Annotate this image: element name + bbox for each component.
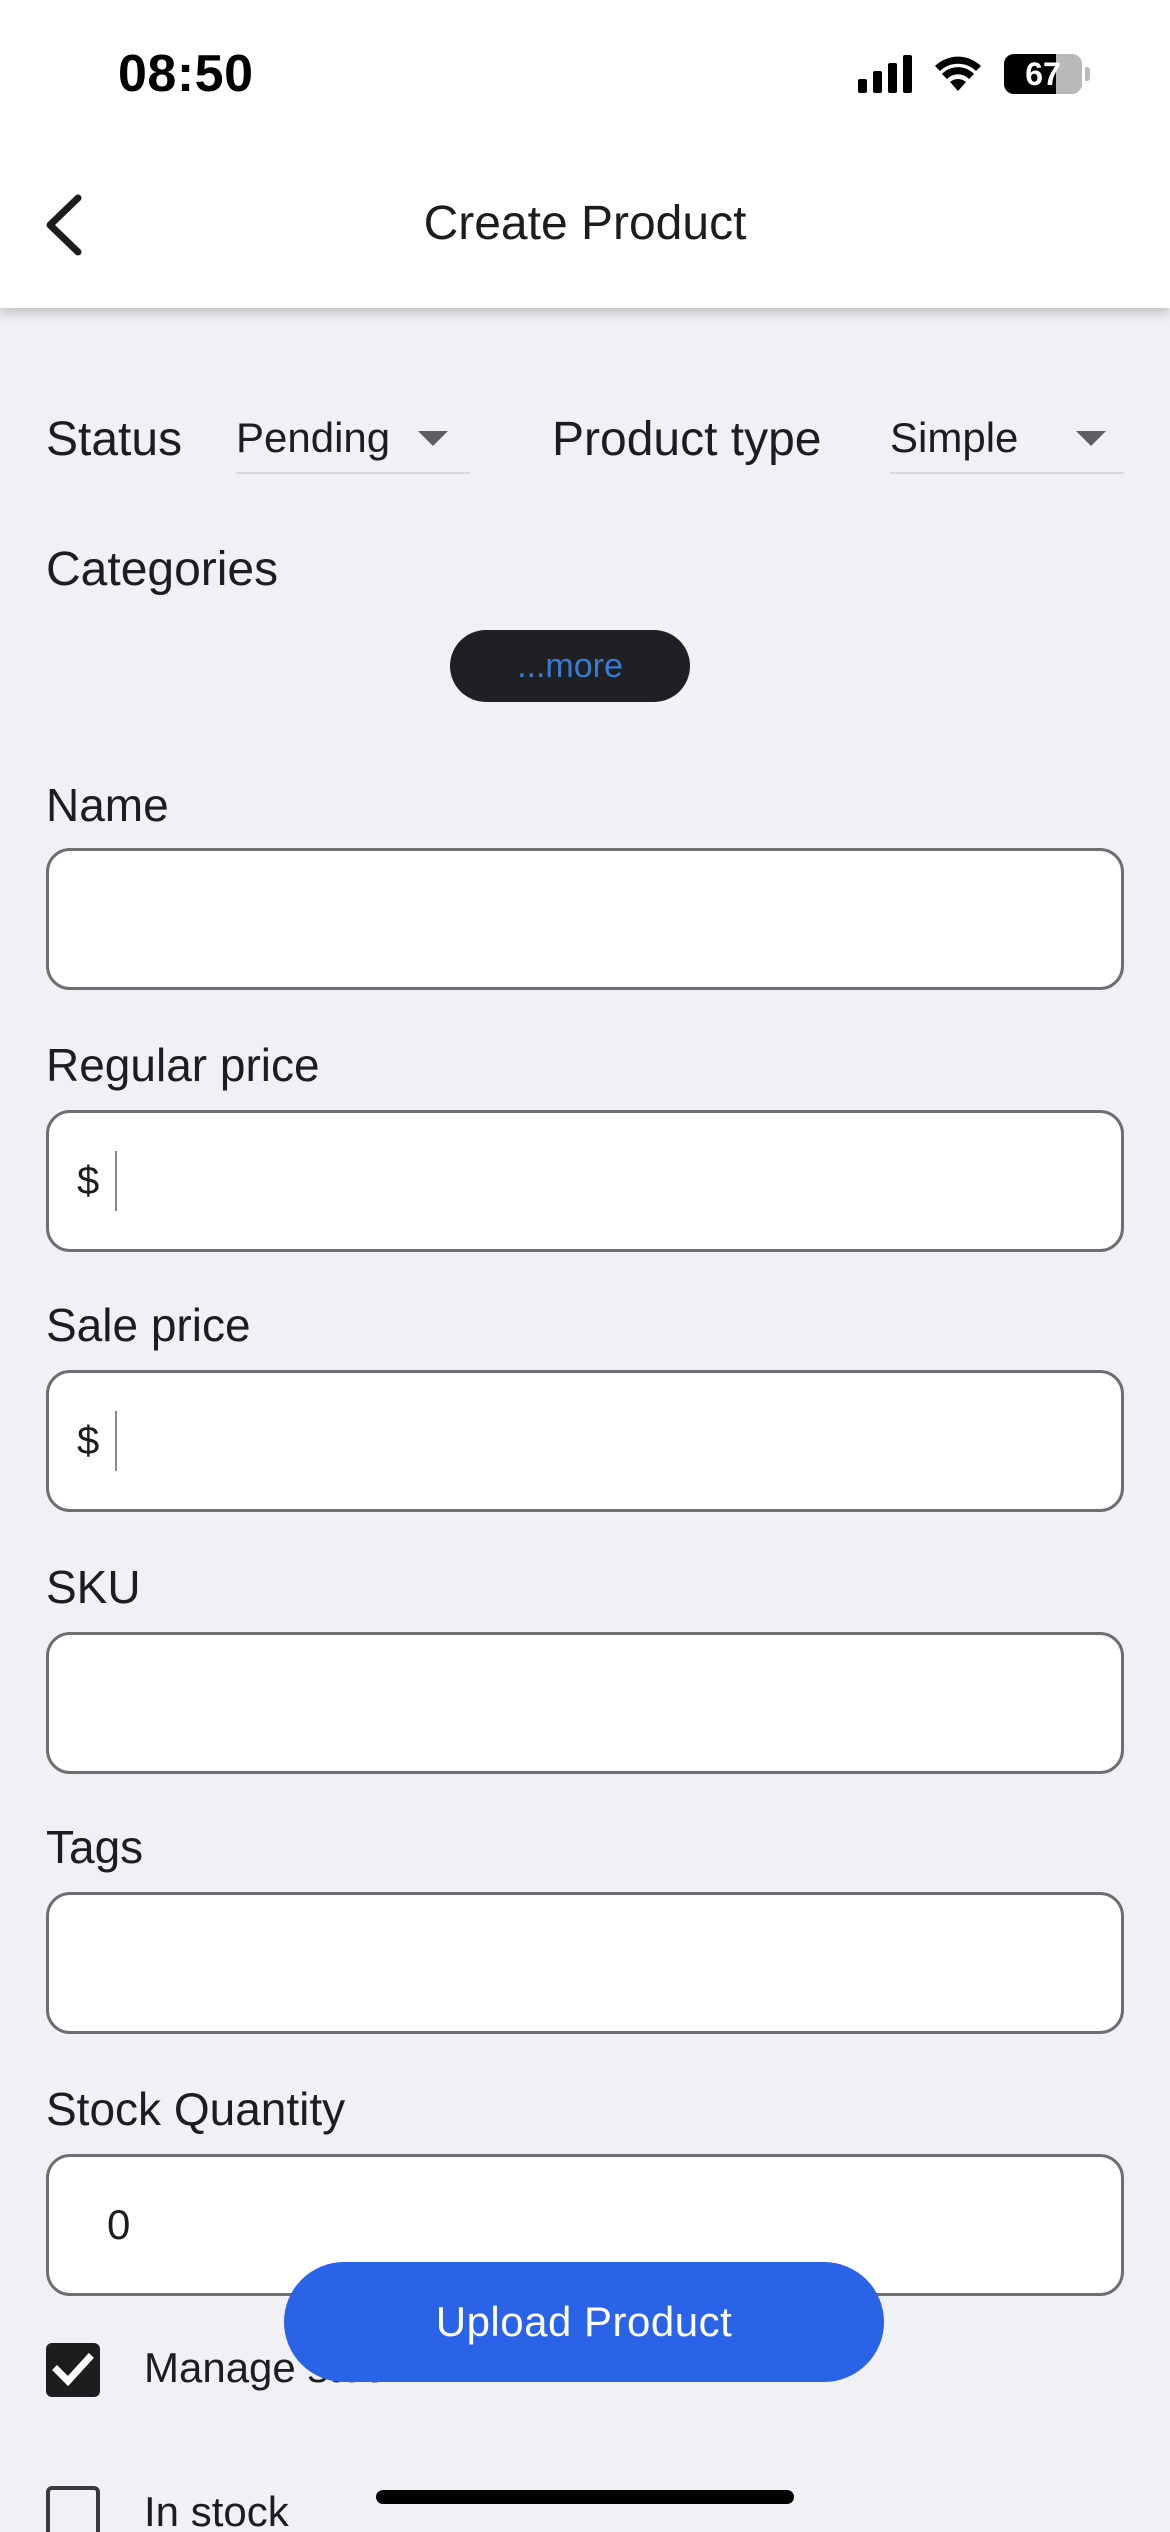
currency-prefix: $ [77,1418,100,1463]
regular-price-input[interactable]: $ [46,1110,1124,1252]
sale-price-input[interactable]: $ [46,1370,1124,1512]
regular-price-label: Regular price [46,1039,320,1091]
product-type-dropdown[interactable]: Simple [890,404,1124,474]
battery-cap [1085,67,1090,81]
signal-icon [858,55,912,93]
sku-input[interactable] [46,1632,1124,1774]
stock-quantity-label: Stock Quantity [46,2083,346,2135]
sale-price-label: Sale price [46,1299,251,1351]
manage-stock-checkbox[interactable] [46,2343,100,2397]
caret-down-icon [418,430,448,446]
name-input[interactable] [46,848,1124,990]
stock-quantity-value: 0 [107,2201,131,2248]
home-indicator[interactable] [376,2490,794,2504]
text-cursor [115,1151,118,1211]
in-stock-checkbox[interactable] [46,2486,100,2532]
header: 08:50 67 Create Product [0,0,1170,308]
checkmark-icon [52,2353,94,2387]
caret-down-icon [1076,430,1106,446]
status-label: Status [46,413,183,466]
product-type-label: Product type [552,413,822,466]
status-value: Pending [236,414,391,461]
tags-label: Tags [46,1821,144,1873]
battery-icon: 67 [1004,54,1082,94]
text-cursor [115,1411,118,1471]
wifi-icon [935,56,981,91]
currency-prefix: $ [77,1158,100,1203]
product-type-value: Simple [890,414,1019,461]
tags-input[interactable] [46,1892,1124,2034]
upload-product-button[interactable]: Upload Product [284,2262,884,2382]
sku-label: SKU [46,1561,141,1613]
categories-more-button[interactable]: ...more [450,630,690,702]
battery-level: 67 [1025,55,1061,92]
in-stock-label: In stock [144,2488,289,2532]
create-product-screen: 08:50 67 Create Product Status Pending P… [0,0,1170,2532]
categories-label: Categories [46,543,279,596]
page-title: Create Product [423,197,747,250]
status-dropdown[interactable]: Pending [236,404,470,474]
status-time: 08:50 [118,45,254,103]
status-icons: 67 [858,54,1090,94]
name-label: Name [46,779,169,831]
